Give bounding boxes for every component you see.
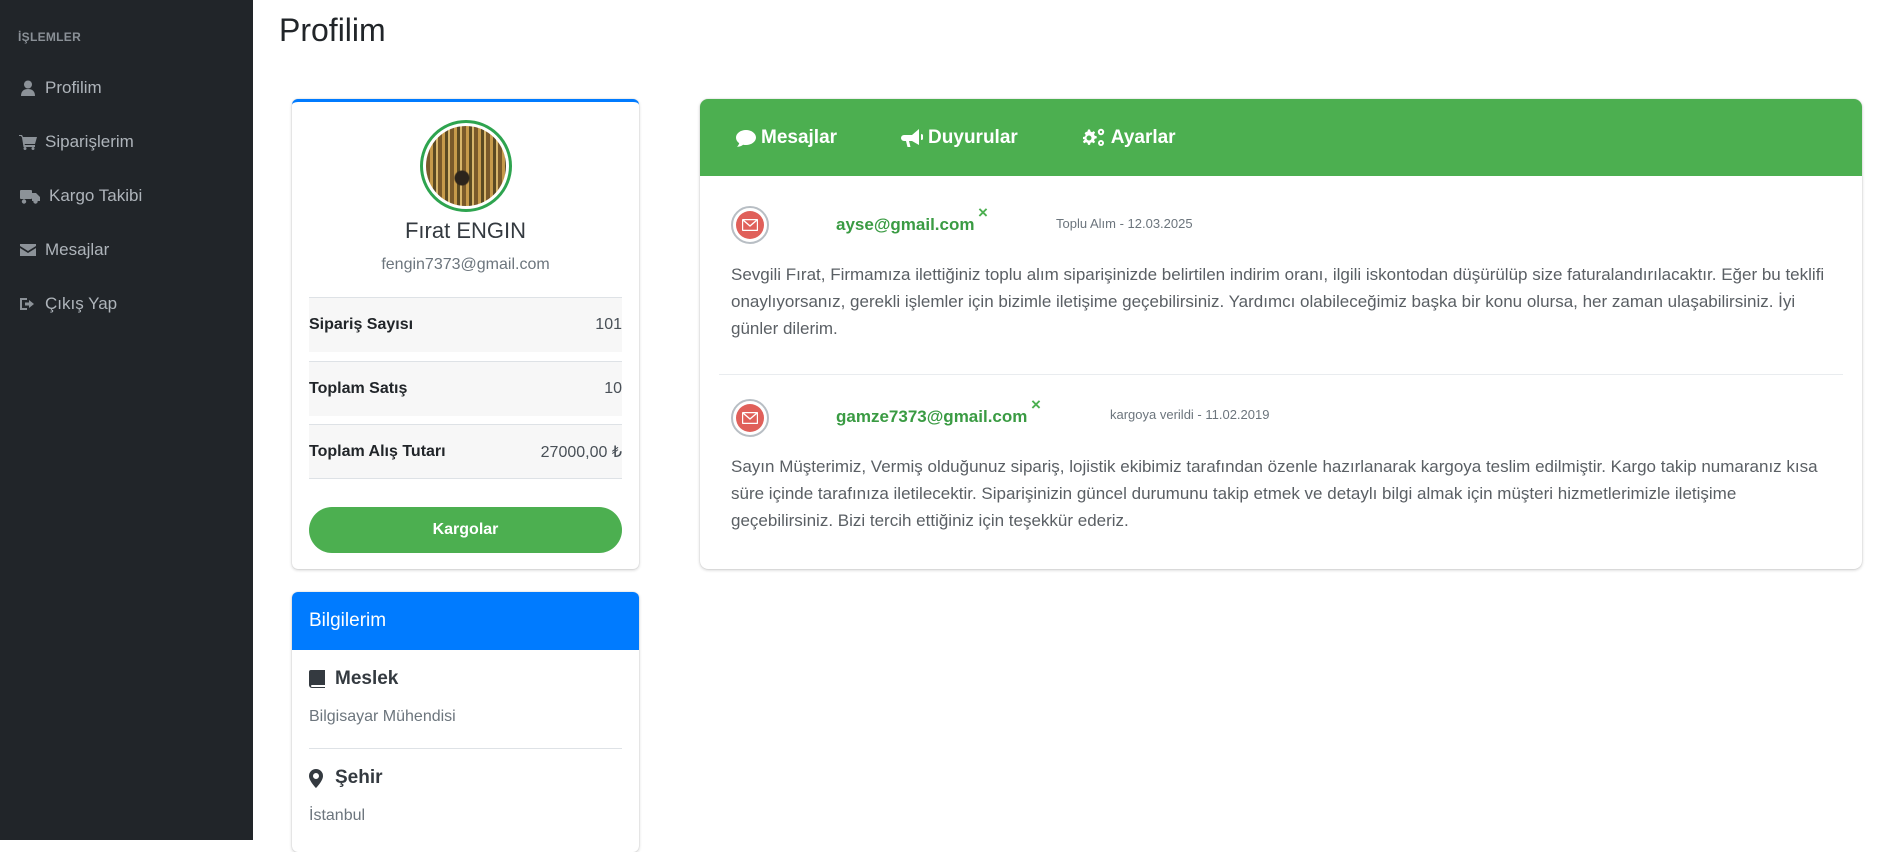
info-item-label: Şehir [335, 767, 383, 788]
info-card-title: Bilgilerim [292, 592, 639, 650]
sign-out-icon [18, 295, 38, 313]
stat-row-toplam-alis-tutari: Toplam Alış Tutarı 27000,00 ₺ [309, 424, 622, 479]
stat-label: Toplam Alış Tutarı [309, 442, 446, 460]
sidebar-item-siparislerim[interactable]: Siparişlerim [18, 132, 134, 152]
message-meta: kargoya verildi - 11.02.2019 [1110, 407, 1270, 422]
bullhorn-icon [901, 128, 924, 147]
sidebar-item-label: Mesajlar [45, 240, 110, 259]
stat-row-siparis-sayisi: Sipariş Sayısı 101 [309, 297, 622, 352]
tabs-bar: Mesajlar Duyurular Ayarlar [700, 99, 1862, 176]
profile-email: fengin7373@gmail.com [381, 256, 550, 273]
info-item-value: Bilgisayar Mühendisi [309, 708, 456, 725]
tab-duyurular[interactable]: Duyurular [901, 127, 1018, 149]
stat-label: Toplam Satış [309, 380, 408, 397]
profile-name: Fırat ENGIN [404, 218, 526, 243]
stat-value: 101 [595, 316, 622, 333]
messages-card: Mesajlar Duyurular Ayarlar ayse@gmail.co… [700, 99, 1862, 569]
message-body: Sayın Müşterimiz, Vermiş olduğunuz sipar… [731, 457, 1818, 530]
mail-icon [731, 206, 769, 244]
sidebar-heading: İŞLEMLER [18, 30, 82, 44]
info-item-value: İstanbul [309, 807, 366, 824]
info-card: Bilgilerim Meslek Bilgisayar Mühendisi Ş… [292, 592, 639, 852]
divider [309, 748, 622, 749]
tab-ayarlar[interactable]: Ayarlar [1082, 127, 1176, 149]
tab-mesajlar[interactable]: Mesajlar [736, 127, 837, 149]
envelope-icon [18, 241, 38, 259]
truck-icon [18, 187, 42, 205]
close-icon[interactable]: × [1031, 395, 1041, 415]
stat-value: 10 [604, 380, 622, 397]
message-body: Sevgili Fırat, Firmamıza ilettiğiniz top… [731, 265, 1825, 338]
mail-icon [731, 399, 769, 437]
divider [719, 374, 1843, 375]
avatar [420, 120, 512, 212]
book-icon [309, 669, 327, 689]
stat-value: 27000,00 ₺ [540, 443, 622, 461]
comment-icon [736, 129, 756, 147]
user-icon [18, 79, 38, 97]
message-meta: Toplu Alım - 12.03.2025 [1056, 216, 1193, 231]
sidebar-item-profilim[interactable]: Profilim [18, 78, 102, 98]
gears-icon [1082, 128, 1106, 148]
tab-label: Mesajlar [761, 126, 838, 148]
sidebar-item-label: Çıkış Yap [45, 294, 118, 313]
info-item-meslek: Meslek [309, 668, 398, 690]
info-item-sehir: Şehir [309, 767, 383, 789]
sidebar-item-label: Profilim [45, 78, 102, 97]
message-sender[interactable]: gamze7373@gmail.com [836, 407, 1027, 427]
close-icon[interactable]: × [978, 203, 988, 223]
sidebar: İŞLEMLER Profilim Siparişlerim Kargo Tak… [0, 0, 253, 840]
info-item-label: Meslek [335, 668, 399, 689]
stat-label: Sipariş Sayısı [309, 316, 414, 333]
tab-label: Duyurular [928, 126, 1018, 148]
sidebar-item-label: Kargo Takibi [49, 186, 143, 205]
sidebar-item-label: Siparişlerim [45, 132, 134, 151]
sidebar-item-kargo-takibi[interactable]: Kargo Takibi [18, 186, 142, 206]
message-sender[interactable]: ayse@gmail.com [836, 215, 974, 235]
map-marker-icon [309, 768, 327, 788]
tab-label: Ayarlar [1110, 126, 1176, 148]
page-title: Profilim [279, 12, 386, 48]
stat-row-toplam-satis: Toplam Satış 10 [309, 361, 622, 416]
sidebar-item-cikis-yap[interactable]: Çıkış Yap [18, 294, 117, 314]
kargolar-button[interactable]: Kargolar [309, 507, 622, 553]
profile-card: Fırat ENGIN fengin7373@gmail.com Sipariş… [292, 99, 639, 569]
cart-icon [18, 133, 38, 151]
sidebar-item-mesajlar[interactable]: Mesajlar [18, 240, 109, 260]
